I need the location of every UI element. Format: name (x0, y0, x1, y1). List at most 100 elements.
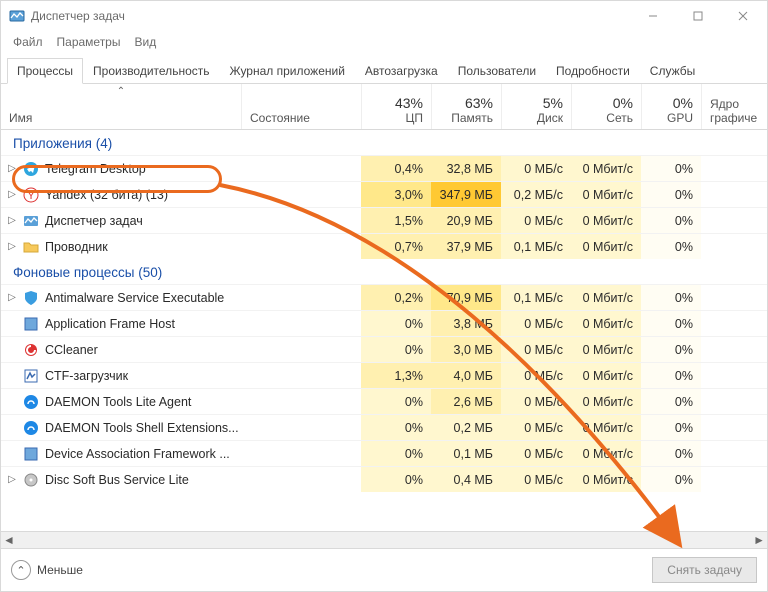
table-row[interactable]: ▷ Диспетчер задач 1,5% 20,9 МБ 0 МБ/с 0 … (1, 207, 767, 233)
cpu-value: 1,5% (361, 208, 431, 233)
table-row[interactable]: ▷ Проводник 0,7% 37,9 МБ 0,1 МБ/с 0 Мбит… (1, 233, 767, 259)
col-disk[interactable]: 5%Диск (501, 84, 571, 129)
app-icon (23, 161, 39, 177)
disk-value: 0 МБ/с (501, 156, 571, 181)
table-row[interactable]: ▷ Y Yandex (32 бита) (13) 3,0% 347,9 МБ … (1, 181, 767, 207)
disk-value: 0 МБ/с (501, 467, 571, 492)
tab-performance[interactable]: Производительность (83, 58, 219, 84)
col-memory[interactable]: 63%Память (431, 84, 501, 129)
disk-value: 0 МБ/с (501, 208, 571, 233)
expand-icon[interactable]: ▷ (7, 189, 17, 200)
window-controls (630, 1, 765, 31)
horizontal-scrollbar[interactable]: ◄ ► (1, 531, 767, 548)
process-name: Проводник (45, 240, 108, 254)
table-row[interactable]: ▷ Application Frame Host 0% 3,8 МБ 0 МБ/… (1, 310, 767, 336)
app-icon (23, 368, 39, 384)
table-row[interactable]: ▷ DAEMON Tools Lite Agent 0% 2,6 МБ 0 МБ… (1, 388, 767, 414)
fewer-details-button[interactable]: ⌃ Меньше (11, 560, 83, 580)
titlebar: Диспетчер задач (1, 1, 767, 31)
table-row[interactable]: ▷ CTF-загрузчик 1,3% 4,0 МБ 0 МБ/с 0 Мби… (1, 362, 767, 388)
network-value: 0 Мбит/с (571, 285, 641, 310)
menu-view[interactable]: Вид (128, 33, 162, 51)
expand-icon[interactable]: ▷ (7, 292, 17, 303)
col-name[interactable]: ⌃ Имя (1, 84, 241, 129)
expand-icon[interactable]: ▷ (7, 215, 17, 226)
tabstrip: Процессы Производительность Журнал прило… (1, 57, 767, 84)
disk-value: 0 МБ/с (501, 441, 571, 466)
cpu-value: 0,4% (361, 156, 431, 181)
memory-value: 4,0 МБ (431, 363, 501, 388)
gpu-value: 0% (641, 337, 701, 362)
grid-body[interactable]: Приложения (4) ▷ Telegram Desktop 0,4% 3… (1, 130, 767, 531)
scroll-left-icon[interactable]: ◄ (3, 533, 15, 547)
gpu-value: 0% (641, 182, 701, 207)
expand-icon[interactable]: ▷ (7, 163, 17, 174)
network-value: 0 Мбит/с (571, 337, 641, 362)
app-icon (23, 316, 39, 332)
expand-icon[interactable]: ▷ (7, 474, 17, 485)
process-name: Disc Soft Bus Service Lite (45, 473, 189, 487)
col-network[interactable]: 0%Сеть (571, 84, 641, 129)
column-headers: ⌃ Имя Состояние 43%ЦП 63%Память 5%Диск 0… (1, 84, 767, 130)
memory-value: 347,9 МБ (431, 182, 501, 207)
col-cpu[interactable]: 43%ЦП (361, 84, 431, 129)
tab-app-history[interactable]: Журнал приложений (220, 58, 355, 84)
menu-file[interactable]: Файл (7, 33, 49, 51)
table-row[interactable]: ▷ Antimalware Service Executable 0,2% 70… (1, 284, 767, 310)
end-task-button[interactable]: Снять задачу (652, 557, 757, 583)
minimize-button[interactable] (630, 1, 675, 31)
process-name: Antimalware Service Executable (45, 291, 224, 305)
svg-text:Y: Y (27, 190, 35, 202)
tab-details[interactable]: Подробности (546, 58, 640, 84)
maximize-button[interactable] (675, 1, 720, 31)
process-name: DAEMON Tools Lite Agent (45, 395, 191, 409)
sort-caret-icon: ⌃ (117, 86, 125, 97)
network-value: 0 Мбит/с (571, 467, 641, 492)
tab-processes[interactable]: Процессы (7, 58, 83, 84)
scroll-right-icon[interactable]: ► (753, 533, 765, 547)
table-row[interactable]: ▷ DAEMON Tools Shell Extensions... 0% 0,… (1, 414, 767, 440)
process-name: DAEMON Tools Shell Extensions... (45, 421, 239, 435)
table-row[interactable]: ▷ Device Association Framework ... 0% 0,… (1, 440, 767, 466)
cpu-value: 1,3% (361, 363, 431, 388)
network-value: 0 Мбит/с (571, 415, 641, 440)
table-row[interactable]: ▷ Telegram Desktop 0,4% 32,8 МБ 0 МБ/с 0… (1, 155, 767, 181)
gpu-value: 0% (641, 389, 701, 414)
gpu-value: 0% (641, 467, 701, 492)
app-icon (23, 342, 39, 358)
network-value: 0 Мбит/с (571, 156, 641, 181)
disk-value: 0 МБ/с (501, 311, 571, 336)
tab-startup[interactable]: Автозагрузка (355, 58, 448, 84)
tab-users[interactable]: Пользователи (448, 58, 546, 84)
col-gpu-engine[interactable]: Ядро графиче (701, 84, 767, 129)
gpu-value: 0% (641, 441, 701, 466)
cpu-value: 0% (361, 415, 431, 440)
memory-value: 3,0 МБ (431, 337, 501, 362)
expand-icon[interactable]: ▷ (7, 241, 17, 252)
cpu-value: 0,2% (361, 285, 431, 310)
task-manager-window: Диспетчер задач Файл Параметры Вид Проце… (0, 0, 768, 592)
cpu-value: 0% (361, 389, 431, 414)
network-value: 0 Мбит/с (571, 311, 641, 336)
disk-value: 0,1 МБ/с (501, 285, 571, 310)
memory-value: 0,1 МБ (431, 441, 501, 466)
cpu-value: 0% (361, 311, 431, 336)
network-value: 0 Мбит/с (571, 363, 641, 388)
tab-services[interactable]: Службы (640, 58, 705, 84)
disk-value: 0,1 МБ/с (501, 234, 571, 259)
app-icon (23, 446, 39, 462)
network-value: 0 Мбит/с (571, 208, 641, 233)
gpu-value: 0% (641, 311, 701, 336)
close-button[interactable] (720, 1, 765, 31)
gpu-value: 0% (641, 415, 701, 440)
disk-value: 0 МБ/с (501, 363, 571, 388)
gpu-value: 0% (641, 285, 701, 310)
menu-options[interactable]: Параметры (51, 33, 127, 51)
table-row[interactable]: ▷ Disc Soft Bus Service Lite 0% 0,4 МБ 0… (1, 466, 767, 492)
memory-value: 70,9 МБ (431, 285, 501, 310)
col-state[interactable]: Состояние (241, 84, 361, 129)
table-row[interactable]: ▷ CCleaner 0% 3,0 МБ 0 МБ/с 0 Мбит/с 0% (1, 336, 767, 362)
process-name: CCleaner (45, 343, 98, 357)
process-name: Telegram Desktop (45, 162, 146, 176)
col-gpu[interactable]: 0%GPU (641, 84, 701, 129)
